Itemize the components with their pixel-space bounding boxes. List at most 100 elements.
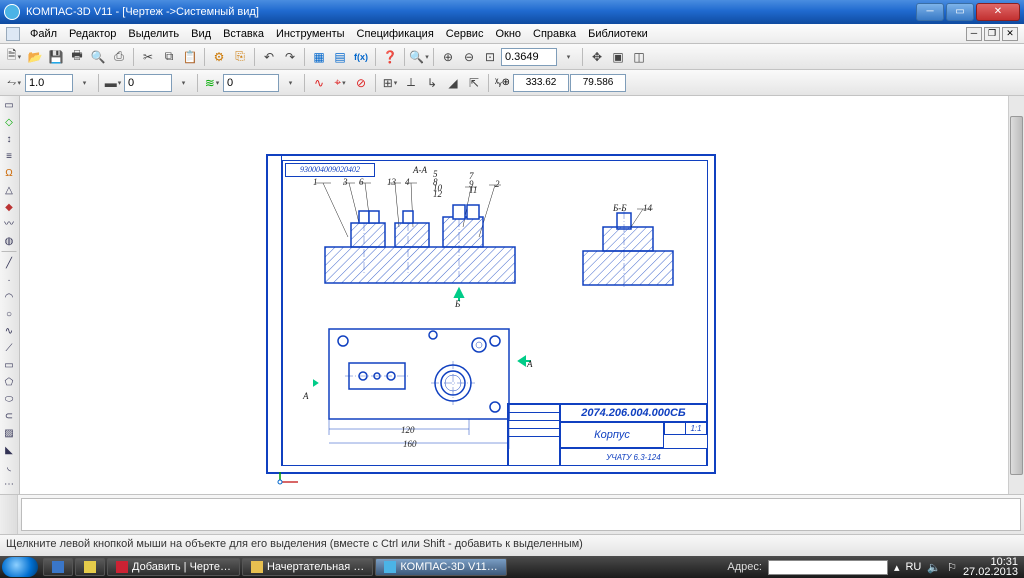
menu-edit[interactable]: Редактор [63, 26, 122, 42]
zoom-out-button[interactable]: ⊖ [459, 47, 479, 67]
circle-tool[interactable]: ○ [1, 307, 17, 323]
tray-flag-icon[interactable]: ⚐ [947, 561, 957, 574]
hatch-tool[interactable]: ▨ [1, 426, 17, 442]
pan-button[interactable]: ✥ [587, 47, 607, 67]
grid-button[interactable]: ⊞ [380, 73, 400, 93]
polyline-tool[interactable]: ⟋ [1, 341, 17, 357]
mdi-doc-icon[interactable] [6, 27, 20, 41]
ortho-button[interactable]: ⟂ [401, 73, 421, 93]
maximize-button[interactable]: ▭ [946, 3, 974, 21]
orient-button[interactable]: ⇱ [464, 73, 484, 93]
taskbar-item-opera[interactable]: Добавить | Черте… [107, 558, 240, 576]
cut-button[interactable]: ✂ [138, 47, 158, 67]
taskbar-item-folder[interactable]: Начертательная … [242, 558, 373, 576]
state-icon[interactable]: ▬ [103, 73, 123, 93]
rect-tool[interactable]: ▭ [1, 358, 17, 374]
select-tool[interactable]: ▭ [1, 98, 17, 114]
point-tool[interactable]: · [1, 273, 17, 289]
copy-props-button[interactable]: ⎘ [230, 47, 250, 67]
chamfer-tool[interactable]: ◣ [1, 443, 17, 459]
snap-toggle-button[interactable]: ∿ [309, 73, 329, 93]
refresh-button[interactable]: ◫ [629, 47, 649, 67]
step-type-icon[interactable]: ⥊ [4, 73, 24, 93]
notation-tool[interactable]: ≡ [1, 149, 17, 165]
layer-input[interactable] [223, 74, 279, 92]
paste-button[interactable]: 📋 [180, 47, 200, 67]
scrollbar-vertical[interactable] [1008, 96, 1024, 495]
menu-window[interactable]: Окно [489, 26, 527, 42]
snap-off-button[interactable]: ⊘ [351, 73, 371, 93]
taskbar-pin-1[interactable] [43, 558, 73, 576]
menu-tools[interactable]: Инструменты [270, 26, 351, 42]
minimize-button[interactable]: ─ [916, 3, 944, 21]
zoom-input[interactable] [501, 48, 557, 66]
zoom-dropdown[interactable] [558, 47, 578, 67]
vars-button[interactable]: ▤ [330, 47, 350, 67]
menu-view[interactable]: Вид [185, 26, 217, 42]
address-input[interactable] [768, 560, 888, 575]
tray-lang[interactable]: RU [905, 561, 921, 573]
step-input[interactable] [25, 74, 73, 92]
manager-button[interactable]: ▦ [309, 47, 329, 67]
fx-button[interactable]: f(x) [351, 47, 371, 67]
menu-spec[interactable]: Спецификация [351, 26, 440, 42]
attrs-button[interactable]: ⎙ [109, 47, 129, 67]
panel-handle[interactable] [0, 495, 18, 534]
menu-insert[interactable]: Вставка [217, 26, 270, 42]
print-button[interactable]: 🖶 [67, 47, 87, 67]
step-spin[interactable] [74, 73, 94, 93]
mdi-restore-button[interactable]: ❐ [984, 27, 1000, 41]
tray-expand-icon[interactable]: ▴ [894, 561, 900, 574]
coord-y-readout[interactable]: 79.586 [570, 74, 626, 92]
text-tool[interactable]: Ω [1, 166, 17, 182]
mdi-minimize-button[interactable]: ─ [966, 27, 982, 41]
round-button[interactable]: ◢ [443, 73, 463, 93]
props-button[interactable]: ⚙ [209, 47, 229, 67]
copy-button[interactable]: ⧉ [159, 47, 179, 67]
measure-tool[interactable]: 〰 [1, 217, 17, 233]
coord-x-readout[interactable]: 333.62 [513, 74, 569, 92]
taskbar-item-kompas[interactable]: КОМПАС-3D V11… [375, 558, 507, 576]
zoom-window-button[interactable]: ⊡ [480, 47, 500, 67]
ellipse-tool[interactable]: ⬭ [1, 392, 17, 408]
tray-clock[interactable]: 10:31 27.02.2013 [963, 557, 1018, 577]
start-button[interactable] [2, 557, 38, 577]
close-button[interactable]: ✕ [976, 3, 1020, 21]
new-button[interactable]: 🗎 [4, 47, 24, 67]
local-cs-button[interactable]: ↳ [422, 73, 442, 93]
mdi-close-button[interactable]: ✕ [1002, 27, 1018, 41]
aux-tool[interactable]: ⋯ [1, 477, 17, 493]
zoom-all-button[interactable]: ▣ [608, 47, 628, 67]
preview-button[interactable]: 🔍 [88, 47, 108, 67]
redo-button[interactable]: ↷ [280, 47, 300, 67]
poly-tool[interactable]: ⬠ [1, 375, 17, 391]
state-input[interactable] [124, 74, 172, 92]
undo-button[interactable]: ↶ [259, 47, 279, 67]
taskbar-pin-2[interactable] [75, 558, 105, 576]
geometry-tool[interactable]: ◇ [1, 115, 17, 131]
menu-select[interactable]: Выделить [122, 26, 185, 42]
menu-file[interactable]: Файл [24, 26, 63, 42]
layer-icon[interactable]: ≋ [202, 73, 222, 93]
spec-tool[interactable]: ◍ [1, 234, 17, 250]
layer-spin[interactable] [280, 73, 300, 93]
drawing-canvas[interactable]: 930004009020402 А-А Б-Б [20, 96, 1024, 512]
arc-tool[interactable]: ◠ [1, 290, 17, 306]
zoom-scale-icon[interactable]: 🔍 [409, 47, 429, 67]
message-area[interactable] [21, 498, 1021, 531]
edit-tool[interactable]: △ [1, 183, 17, 199]
help-context-button[interactable]: ❓ [380, 47, 400, 67]
param-tool[interactable]: ◆ [1, 200, 17, 216]
open-button[interactable]: 📂 [25, 47, 45, 67]
spline-tool[interactable]: ∿ [1, 324, 17, 340]
tray-volume-icon[interactable]: 🔈 [927, 561, 941, 574]
dimension-tool[interactable]: ↕ [1, 132, 17, 148]
state-spin[interactable] [173, 73, 193, 93]
menu-libraries[interactable]: Библиотеки [582, 26, 654, 42]
menu-service[interactable]: Сервис [440, 26, 490, 42]
menu-help[interactable]: Справка [527, 26, 582, 42]
save-button[interactable]: 💾 [46, 47, 66, 67]
fillet-tool[interactable]: ◟ [1, 460, 17, 476]
offset-tool[interactable]: ⊂ [1, 409, 17, 425]
zoom-in-button[interactable]: ⊕ [438, 47, 458, 67]
